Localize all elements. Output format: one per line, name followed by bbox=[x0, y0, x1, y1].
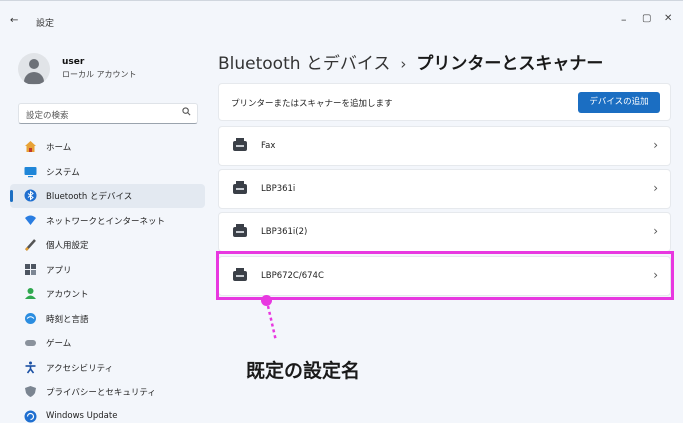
settings-window: ← 設定 – ▢ ✕ user ローカル アカウント 設定の検索 ホーム システ… bbox=[0, 0, 683, 423]
account-type: ローカル アカウント bbox=[62, 70, 137, 79]
sidebar-item-home[interactable]: ホーム bbox=[10, 135, 205, 159]
avatar bbox=[18, 53, 50, 85]
printer-name: LBP361i(2) bbox=[261, 227, 308, 237]
active-indicator bbox=[10, 190, 13, 202]
sidebar-item-privacy[interactable]: プライバシーとセキュリティ bbox=[10, 380, 205, 404]
sidebar-item-label: Bluetooth とデバイス bbox=[46, 192, 133, 202]
system-icon bbox=[24, 165, 37, 178]
sidebar-item-label: 時刻と言語 bbox=[46, 314, 89, 325]
breadcrumb: Bluetooth とデバイス › プリンターとスキャナー bbox=[218, 49, 603, 74]
home-icon bbox=[24, 140, 37, 153]
gaming-icon bbox=[24, 336, 37, 349]
bluetooth-icon bbox=[24, 189, 37, 202]
title-bar: ← 設定 – ▢ ✕ bbox=[0, 1, 683, 35]
chevron-right-icon: › bbox=[653, 224, 658, 238]
highlight-box bbox=[216, 251, 674, 300]
maximize-icon[interactable]: ▢ bbox=[642, 13, 651, 24]
shield-icon bbox=[24, 385, 37, 398]
printer-icon bbox=[233, 224, 247, 237]
callout-label: 既定の設定名 bbox=[246, 360, 361, 382]
sidebar-item-apps[interactable]: アプリ bbox=[10, 258, 205, 282]
username: user bbox=[62, 57, 85, 67]
printer-icon bbox=[233, 181, 247, 194]
add-device-button[interactable]: デバイスの追加 bbox=[578, 92, 660, 113]
printer-name: LBP361i bbox=[261, 184, 296, 194]
sidebar-item-label: ネットワークとインターネット bbox=[46, 216, 166, 227]
sidebar-item-label: ゲーム bbox=[46, 339, 72, 349]
chevron-right-icon: › bbox=[400, 55, 407, 73]
sidebar-item-label: アカウント bbox=[46, 290, 89, 300]
sidebar-item-time-language[interactable]: 時刻と言語 bbox=[10, 307, 205, 331]
sidebar-item-personalization[interactable]: 個人用設定 bbox=[10, 233, 205, 257]
search-placeholder: 設定の検索 bbox=[26, 111, 69, 121]
time-language-icon bbox=[24, 312, 37, 325]
sidebar-item-label: アクセシビリティ bbox=[46, 363, 114, 374]
sidebar-item-system[interactable]: システム bbox=[10, 160, 205, 184]
sidebar-item-label: ホーム bbox=[46, 143, 72, 153]
printer-item[interactable]: Fax › bbox=[218, 126, 671, 166]
sidebar-nav: ホーム システム Bluetooth とデバイス ネットワークとインターネット bbox=[10, 135, 205, 429]
sidebar-item-accounts[interactable]: アカウント bbox=[10, 282, 205, 306]
sidebar-item-bluetooth[interactable]: Bluetooth とデバイス bbox=[10, 184, 205, 208]
personalization-icon bbox=[24, 238, 37, 251]
windows-update-icon bbox=[24, 410, 37, 423]
sidebar-item-label: システム bbox=[46, 167, 80, 178]
add-device-card: プリンターまたはスキャナーを追加します デバイスの追加 bbox=[218, 83, 671, 121]
sidebar-item-accessibility[interactable]: アクセシビリティ bbox=[10, 356, 205, 380]
sidebar-item-label: Windows Update bbox=[46, 410, 118, 421]
sidebar-item-label: アプリ bbox=[46, 265, 72, 276]
accessibility-icon bbox=[24, 361, 37, 374]
accounts-icon bbox=[24, 287, 37, 300]
sidebar-item-label: 個人用設定 bbox=[46, 241, 89, 251]
sidebar-item-label: プライバシーとセキュリティ bbox=[46, 388, 156, 398]
sidebar-item-windows-update[interactable]: Windows Update bbox=[10, 405, 205, 429]
search-input[interactable]: 設定の検索 bbox=[18, 103, 198, 124]
sidebar-item-network[interactable]: ネットワークとインターネット bbox=[10, 209, 205, 233]
page-title: プリンターとスキャナー bbox=[416, 54, 604, 74]
sidebar-item-gaming[interactable]: ゲーム bbox=[10, 331, 205, 355]
add-device-text: プリンターまたはスキャナーを追加します bbox=[231, 99, 393, 109]
printer-icon bbox=[233, 138, 247, 151]
printer-item[interactable]: LBP361i › bbox=[218, 169, 671, 209]
breadcrumb-parent[interactable]: Bluetooth とデバイス bbox=[218, 54, 390, 74]
chevron-right-icon: › bbox=[653, 138, 658, 152]
search-icon bbox=[182, 107, 191, 119]
user-profile[interactable]: user ローカル アカウント bbox=[18, 51, 198, 87]
chevron-right-icon: › bbox=[653, 181, 658, 195]
printer-name: Fax bbox=[261, 141, 276, 151]
callout-dot bbox=[261, 295, 272, 306]
network-icon bbox=[24, 214, 37, 227]
app-title: 設定 bbox=[36, 19, 55, 29]
minimize-icon[interactable]: – bbox=[621, 13, 627, 26]
printer-item[interactable]: LBP361i(2) › bbox=[218, 212, 671, 252]
back-arrow-icon[interactable]: ← bbox=[10, 15, 18, 26]
apps-icon bbox=[24, 263, 37, 276]
close-icon[interactable]: ✕ bbox=[664, 13, 672, 24]
